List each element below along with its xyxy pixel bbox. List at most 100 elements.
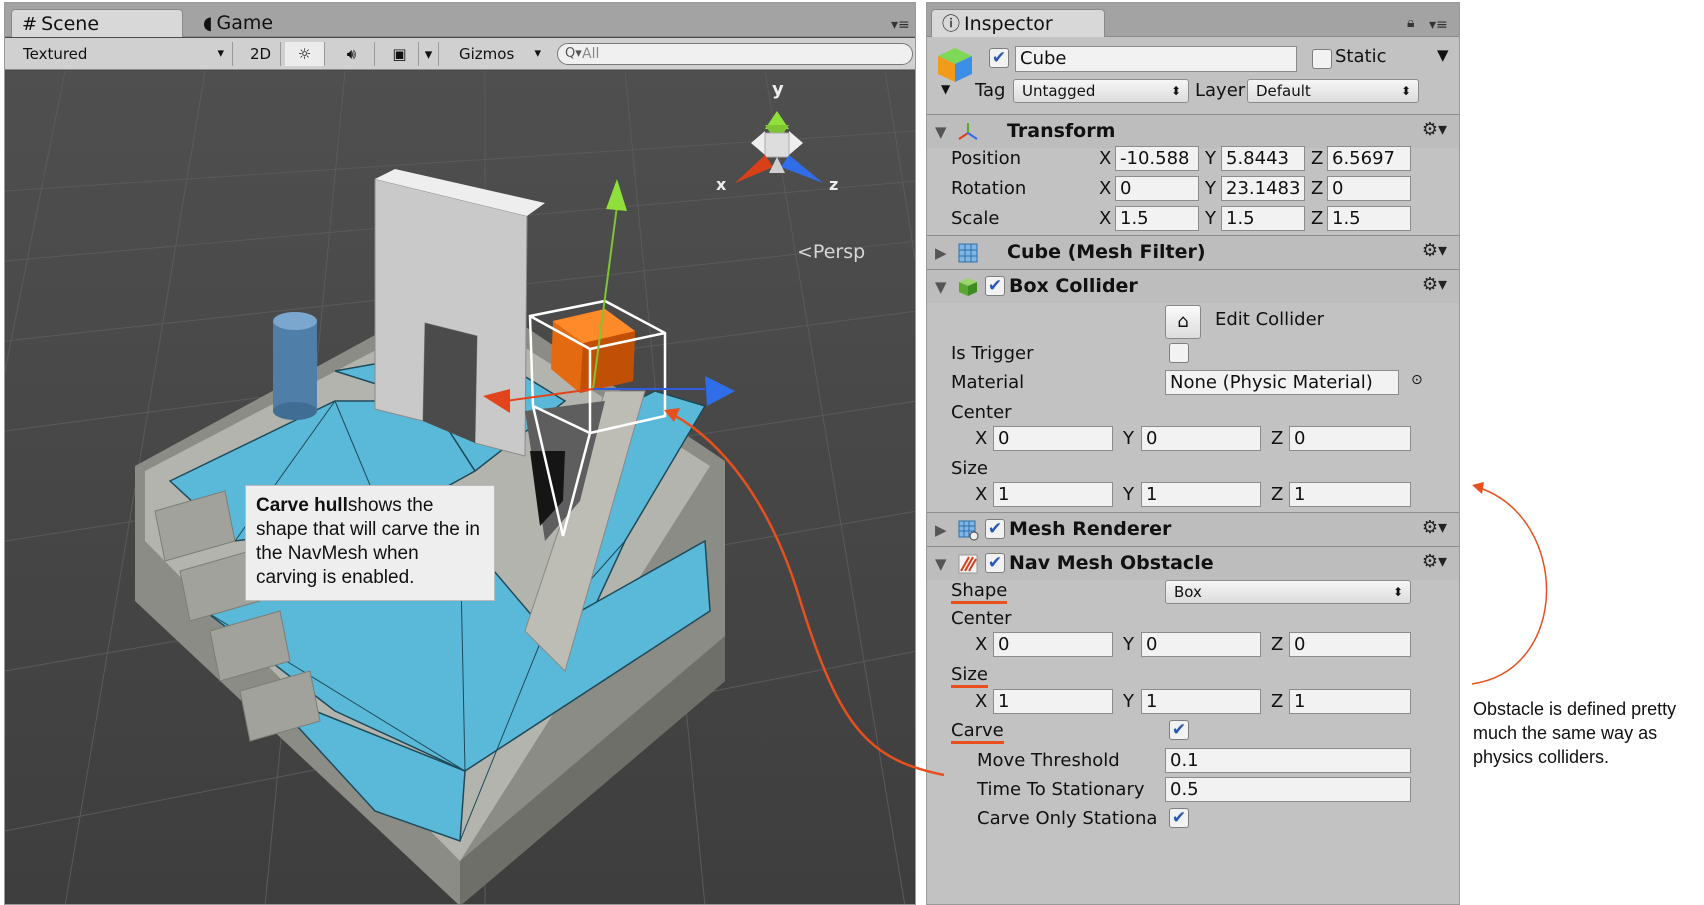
bc-center-y-field[interactable]: 0 [1141,426,1261,451]
nav-mesh-obstacle-body: Shape Box Center X 0 Y 0 Z 0 Size X 1 Y … [927,580,1459,904]
move-threshold-field[interactable]: 0.1 [1165,748,1411,773]
axis-y-label: Y [1205,148,1216,169]
layer-dropdown[interactable]: Default [1247,79,1419,103]
info-icon: ⓘ [942,14,960,35]
fold-down-icon[interactable]: ▼ [935,278,947,296]
tab-game[interactable]: ◖ Game [193,9,283,37]
tag-label: Tag [975,80,1006,101]
position-z-field[interactable]: 6.5697 [1327,146,1411,171]
gear-icon[interactable]: ⚙▾ [1422,240,1447,261]
effects-dropdown[interactable]: ▾ [419,42,439,66]
layer-label: Layer [1195,80,1246,101]
transform-body: Position X -10.588 Y 5.8443 Z 6.5697 Rot… [927,146,1459,238]
tag-dropdown[interactable]: Untagged [1013,79,1189,103]
scale-label: Scale [951,208,1000,229]
shape-dropdown[interactable]: Box [1165,580,1411,604]
axis-z-label: Z [1271,691,1284,712]
gizmo-x-label: x [716,175,727,194]
object-name-field[interactable]: Cube [1015,46,1297,72]
bc-center-x-field[interactable]: 0 [993,426,1113,451]
material-field[interactable]: None (Physic Material) [1165,370,1399,395]
scale-x-field[interactable]: 1.5 [1115,206,1199,231]
axis-z-label: Z [1271,484,1284,505]
gear-icon[interactable]: ⚙▾ [1422,274,1447,295]
fold-right-icon[interactable]: ▶ [935,521,947,539]
box-collider-body: ⌂ Edit Collider Is Trigger Material None… [927,303,1459,507]
gear-icon[interactable]: ⚙▾ [1422,119,1447,140]
axis-y-label: Y [1205,208,1216,229]
carve-only-stationary-checkbox[interactable]: ✔ [1169,808,1189,828]
static-dropdown-icon[interactable]: ▼ [1437,46,1449,64]
object-header: ▼ ✔ Cube Static ▼ Tag Untagged Layer Def… [927,38,1459,114]
tab-inspector[interactable]: ⓘ Inspector [931,9,1105,37]
gear-icon[interactable]: ⚙▾ [1422,551,1447,572]
edit-collider-button[interactable]: ⌂ [1165,305,1201,339]
scene-search-input[interactable]: Q▾ All [557,43,913,65]
scene-lighting-button[interactable]: ☼ [285,42,325,66]
transform-icon [958,123,978,140]
window-menu-icon[interactable]: ▾≡ [1429,17,1448,33]
mesh-filter-header[interactable]: ▶ Cube (Mesh Filter) ⚙▾ [927,235,1459,269]
nav-mesh-obstacle-header[interactable]: ▼ ✔ Nav Mesh Obstacle ⚙▾ [927,546,1459,580]
scale-z-field[interactable]: 1.5 [1327,206,1411,231]
edit-collider-label: Edit Collider [1215,309,1325,330]
rotation-y-field[interactable]: 23.1483 [1221,176,1305,201]
mesh-filter-title: Cube (Mesh Filter) [1007,241,1206,263]
bc-center-z-field[interactable]: 0 [1289,426,1411,451]
bc-size-y-field[interactable]: 1 [1141,482,1261,507]
box-collider-header[interactable]: ▼ ✔ Box Collider ⚙▾ [927,269,1459,303]
object-picker-icon[interactable]: ⊙ [1411,372,1423,388]
scale-y-field[interactable]: 1.5 [1221,206,1305,231]
nmo-center-z-field[interactable]: 0 [1289,632,1411,657]
material-label: Material [951,372,1025,393]
scene-effects-button[interactable]: ▣ [381,42,419,66]
position-x-field[interactable]: -10.588 [1115,146,1199,171]
inspector-window: ⓘ Inspector 🔒︎ ▾≡ ▼ ✔ Cube Static ▼ Tag U… [926,2,1460,905]
scene-viewport[interactable]: y x z <Persp Carve hullshows the shape t… [5,71,915,904]
carve-checkbox[interactable]: ✔ [1169,720,1189,740]
nmo-size-y-field[interactable]: 1 [1141,689,1261,714]
gear-icon[interactable]: ⚙▾ [1422,517,1447,538]
mesh-renderer-enabled-checkbox[interactable]: ✔ [985,519,1005,539]
axis-y-label: Y [1123,484,1134,505]
fold-down-icon[interactable]: ▼ [935,123,947,141]
mesh-filter-icon [958,243,978,263]
2d-toggle-button[interactable]: 2D [241,42,281,66]
nmo-center-x-field[interactable]: 0 [993,632,1113,657]
gizmos-dropdown[interactable]: Gizmos [449,42,549,66]
time-to-stationary-field[interactable]: 0.5 [1165,777,1411,802]
tab-scene[interactable]: # Scene [11,9,183,37]
carve-only-stationary-label: Carve Only Stationa [977,808,1158,829]
axis-x-label: X [975,691,988,712]
rotation-z-field[interactable]: 0 [1327,176,1411,201]
nmo-size-x-field[interactable]: 1 [993,689,1113,714]
bc-size-z-field[interactable]: 1 [1289,482,1411,507]
scene-audio-button[interactable]: 🔊︎ [329,42,375,66]
scene-window: #Scene ◖Game ▾≡ Textured 2D ☼ 🔊︎ ▣ ▾ Giz… [4,2,916,905]
static-checkbox[interactable] [1312,49,1332,69]
position-y-field[interactable]: 5.8443 [1221,146,1305,171]
rotation-x-field[interactable]: 0 [1115,176,1199,201]
render-mode-dropdown[interactable]: Textured [13,42,233,66]
perspective-toggle[interactable]: <Persp [797,241,865,263]
axis-y-label: Y [1123,428,1134,449]
mesh-renderer-header[interactable]: ▶ ✔ Mesh Renderer ⚙▾ [927,512,1459,546]
bc-size-x-field[interactable]: 1 [993,482,1113,507]
chevron-down-icon[interactable]: ▼ [941,82,950,96]
transform-header[interactable]: ▼ Transform ⚙▾ [927,114,1459,148]
search-icon: Q▾ [565,46,582,61]
fold-down-icon[interactable]: ▼ [935,555,947,573]
nmo-size-z-field[interactable]: 1 [1289,689,1411,714]
axis-z-label: Z [1271,428,1284,449]
nmo-center-y-field[interactable]: 0 [1141,632,1261,657]
fold-right-icon[interactable]: ▶ [935,244,947,262]
box-collider-enabled-checkbox[interactable]: ✔ [985,276,1005,296]
mesh-renderer-icon [958,520,979,541]
nav-mesh-obstacle-enabled-checkbox[interactable]: ✔ [985,553,1005,573]
rotation-label: Rotation [951,178,1027,199]
is-trigger-checkbox[interactable] [1169,343,1189,363]
lock-icon[interactable]: 🔒︎ [1407,15,1414,31]
window-menu-icon[interactable]: ▾≡ [891,17,910,33]
time-to-stationary-label: Time To Stationary [977,779,1145,800]
object-active-checkbox[interactable]: ✔ [989,48,1009,68]
